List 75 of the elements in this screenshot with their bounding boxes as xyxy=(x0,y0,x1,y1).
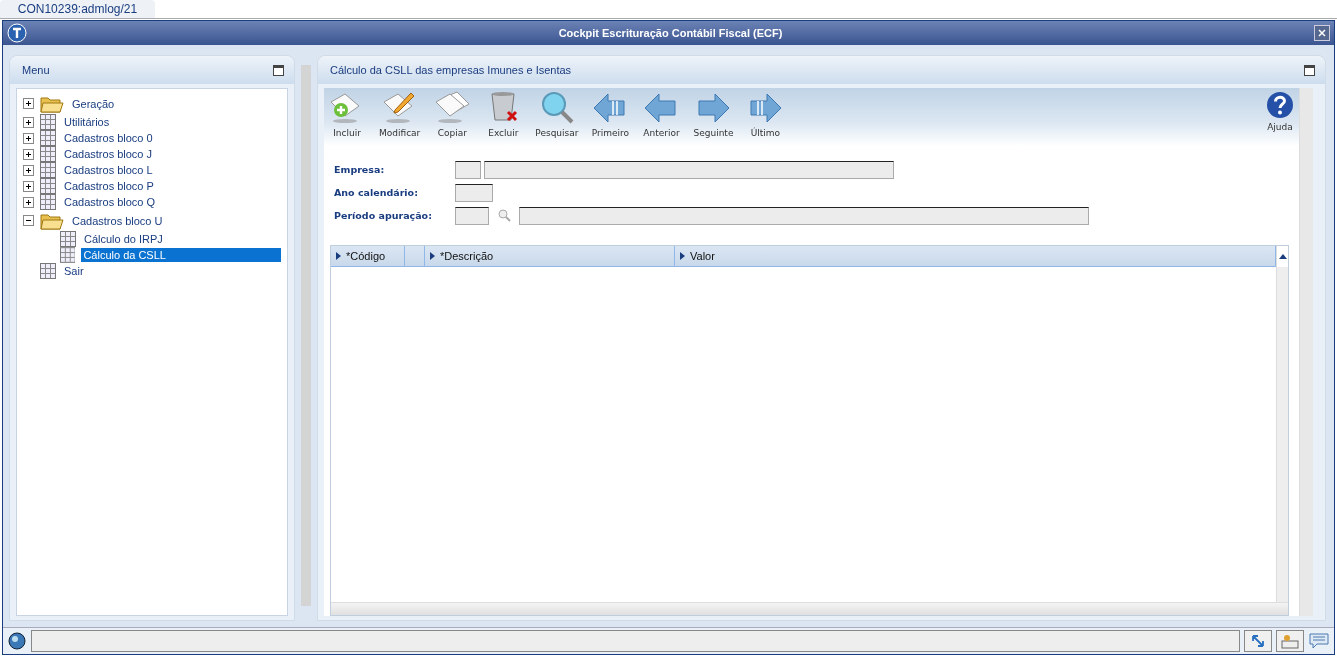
help-icon xyxy=(1265,90,1295,120)
field-label: Ano calendário: xyxy=(334,187,419,198)
toolbar-button[interactable]: Anterior xyxy=(642,90,681,138)
window-title: Cockpit Escrituração Contábil Fiscal (ECF) xyxy=(557,27,784,39)
folder-icon xyxy=(40,94,64,113)
session-tab[interactable]: CON10239:admlog/21 xyxy=(0,0,155,18)
vertical-scrollbar[interactable] xyxy=(1276,267,1288,602)
panel-title: Menu xyxy=(22,64,51,76)
expand-icon[interactable] xyxy=(23,164,34,176)
grid-icon xyxy=(40,263,56,279)
close-icon xyxy=(1318,29,1326,37)
toolbar-button[interactable]: Primeiro xyxy=(591,90,630,138)
grid-icon xyxy=(59,247,76,263)
toolbar-button[interactable]: Incluir xyxy=(328,90,366,138)
tree-item[interactable]: Cadastros bloco 0 xyxy=(62,131,155,145)
grid-icon xyxy=(40,130,56,146)
toolbar-button[interactable]: Excluir xyxy=(484,90,523,138)
keyboard-icon xyxy=(1280,633,1300,649)
keyboard-button[interactable] xyxy=(1276,630,1304,652)
close-button[interactable] xyxy=(1314,25,1330,41)
expand-icon[interactable] xyxy=(23,132,34,144)
expand-icon[interactable] xyxy=(23,98,34,109)
tree-item[interactable]: Cadastros bloco Q xyxy=(62,195,158,209)
triangle-icon xyxy=(680,252,685,260)
column-header[interactable]: Valor xyxy=(675,246,1276,267)
diagonal-arrow-icon xyxy=(1250,633,1266,649)
grid-icon xyxy=(40,194,56,210)
tree-item[interactable]: Cadastros bloco L xyxy=(62,163,155,177)
tree-item[interactable]: Cadastros bloco U xyxy=(70,213,165,228)
expand-icon[interactable] xyxy=(23,148,34,160)
triangle-icon xyxy=(430,252,435,260)
field-label: Período apuração: xyxy=(334,210,433,221)
toolbar-button[interactable]: Seguinte xyxy=(693,90,734,138)
minimize-icon[interactable] xyxy=(273,64,284,76)
toolbar-button[interactable]: Modificar xyxy=(379,90,421,138)
resize-button[interactable] xyxy=(1244,630,1272,652)
column-header[interactable]: *Código xyxy=(331,246,405,267)
tree-item[interactable]: Sair xyxy=(62,264,86,278)
tree-item[interactable]: Cadastros bloco J xyxy=(62,147,155,161)
folder-icon xyxy=(40,211,64,230)
vertical-scrollbar[interactable] xyxy=(1299,88,1313,616)
app-logo-icon xyxy=(7,23,27,43)
tree-item[interactable]: Cadastros bloco P xyxy=(62,179,156,193)
input-field[interactable] xyxy=(484,160,894,179)
grid-icon xyxy=(40,178,56,194)
triangle-icon xyxy=(336,252,341,260)
minimize-icon[interactable] xyxy=(1304,64,1315,76)
globe-icon[interactable] xyxy=(7,631,27,651)
horizontal-scrollbar[interactable] xyxy=(331,602,1288,615)
toolbar-button[interactable]: Copiar xyxy=(433,90,472,138)
expand-icon[interactable] xyxy=(23,196,34,208)
grid-icon xyxy=(40,114,56,130)
tree-item[interactable]: Cálculo do IRPJ xyxy=(82,232,165,246)
input-field[interactable] xyxy=(519,206,1089,225)
grid-icon xyxy=(40,146,56,162)
tree-item[interactable]: Cálculo da CSLL xyxy=(81,248,281,262)
copy-documents-icon xyxy=(433,90,472,126)
grid-icon xyxy=(60,231,76,247)
scroll-up-icon[interactable] xyxy=(1278,254,1287,259)
tree-item[interactable]: Geração xyxy=(70,96,117,111)
column-header[interactable]: *Descrição xyxy=(425,246,675,267)
collapse-icon[interactable] xyxy=(23,215,34,226)
input-field[interactable] xyxy=(455,206,489,225)
panel-title: Cálculo da CSLL das empresas Imunes e Isentas xyxy=(330,64,573,76)
chat-icon[interactable] xyxy=(1308,632,1330,650)
input-field[interactable] xyxy=(455,183,493,202)
toolbar-button[interactable]: Pesquisar xyxy=(535,90,579,138)
expand-icon[interactable] xyxy=(23,116,34,128)
expand-icon[interactable] xyxy=(23,180,34,192)
toolbar-button[interactable]: Último xyxy=(746,90,785,138)
input-field[interactable] xyxy=(455,160,481,179)
grid-icon xyxy=(40,162,56,178)
tree-item[interactable]: Utilitários xyxy=(62,115,112,129)
field-label: Empresa: xyxy=(334,164,386,175)
help-button[interactable]: Ajuda xyxy=(1265,90,1295,132)
